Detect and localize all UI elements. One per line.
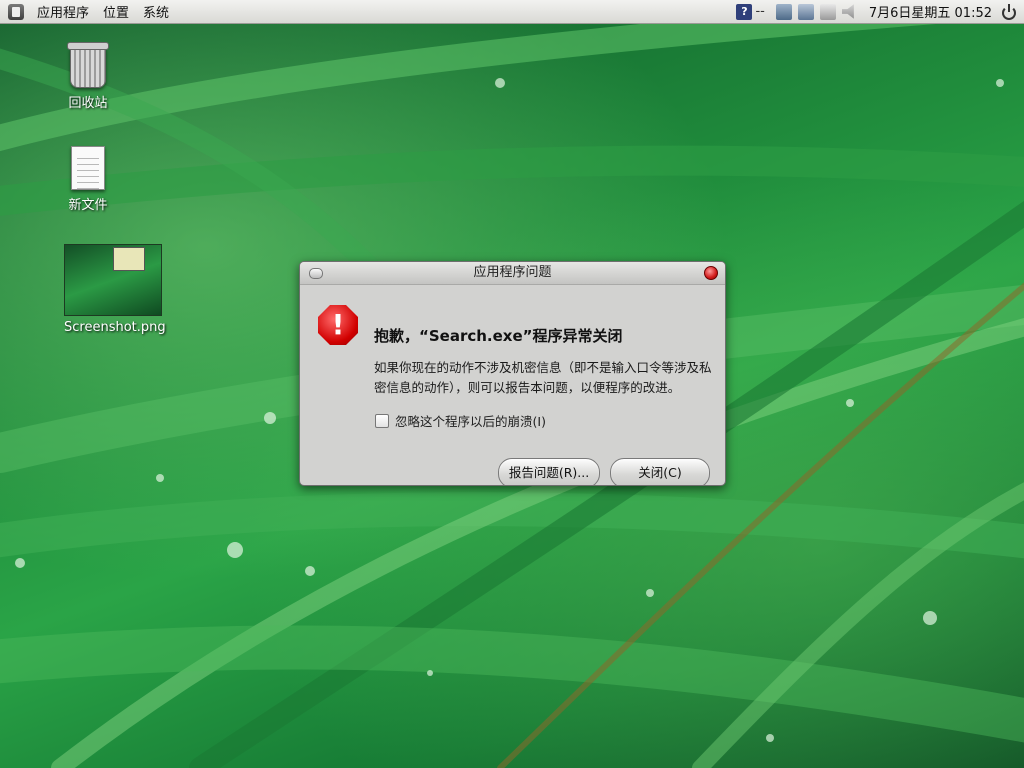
clock[interactable]: 7月6日星期五 01:52 <box>861 2 1000 21</box>
desktop-icon-trash[interactable]: 回收站 <box>40 42 136 111</box>
desktop-icon-label: Screenshot.png <box>64 320 166 335</box>
dialog-message: 如果你现在的动作不涉及机密信息（即不是输入口令等涉及私密信息的动作），则可以报告… <box>374 360 712 395</box>
ignore-crashes-checkbox[interactable] <box>375 413 389 428</box>
display-icon[interactable] <box>797 3 814 20</box>
desktop-icon-new-file[interactable]: 新文件 <box>40 146 136 213</box>
ignore-crashes-option[interactable]: 忽略这个程序以后的崩溃(I) <box>375 411 546 430</box>
dialog-titlebar[interactable]: 应用程序问题 <box>300 262 725 285</box>
help-status-text: -- <box>755 4 765 19</box>
top-panel: 应用程序 位置 系统 ? -- 7月6日星期五 01:52 <box>0 0 1024 24</box>
window-menu-icon[interactable] <box>309 268 323 279</box>
close-icon[interactable] <box>704 266 718 280</box>
panel-menu: 应用程序 位置 系统 <box>0 2 176 21</box>
image-thumbnail-icon <box>64 244 162 316</box>
network-icon[interactable] <box>775 3 792 20</box>
dialog-heading: 抱歉，“Search.exe”程序异常关闭 <box>374 327 623 345</box>
menu-applications[interactable]: 应用程序 <box>30 2 96 21</box>
ignore-crashes-label[interactable]: 忽略这个程序以后的崩溃(I) <box>395 411 546 430</box>
app-problem-dialog: 应用程序问题 ! 抱歉，“Search.exe”程序异常关闭 如果你现在的动作不… <box>299 261 726 486</box>
help-icon[interactable]: ? <box>736 3 753 20</box>
desktop-icon-label: 新文件 <box>68 198 108 213</box>
document-icon <box>71 146 105 190</box>
system-tray: ? -- 7月6日星期五 01:52 <box>733 0 1024 23</box>
main-menu-icon[interactable] <box>8 3 24 20</box>
desktop-icon-screenshot[interactable]: Screenshot.png <box>64 244 166 335</box>
desktop-icon-label: 回收站 <box>68 96 108 111</box>
dialog-body: ! 抱歉，“Search.exe”程序异常关闭 如果你现在的动作不涉及机密信息（… <box>300 285 725 485</box>
dialog-title: 应用程序问题 <box>473 265 552 280</box>
power-icon[interactable] <box>1000 3 1018 21</box>
volume-icon[interactable] <box>841 4 854 19</box>
trash-icon <box>67 42 109 88</box>
report-problem-button[interactable]: 报告问题(R)... <box>498 458 600 485</box>
menu-system[interactable]: 系统 <box>136 2 176 21</box>
error-icon: ! <box>318 305 358 345</box>
menu-places[interactable]: 位置 <box>96 2 136 21</box>
close-button[interactable]: 关闭(C) <box>610 458 710 485</box>
printer-icon[interactable] <box>819 3 836 20</box>
